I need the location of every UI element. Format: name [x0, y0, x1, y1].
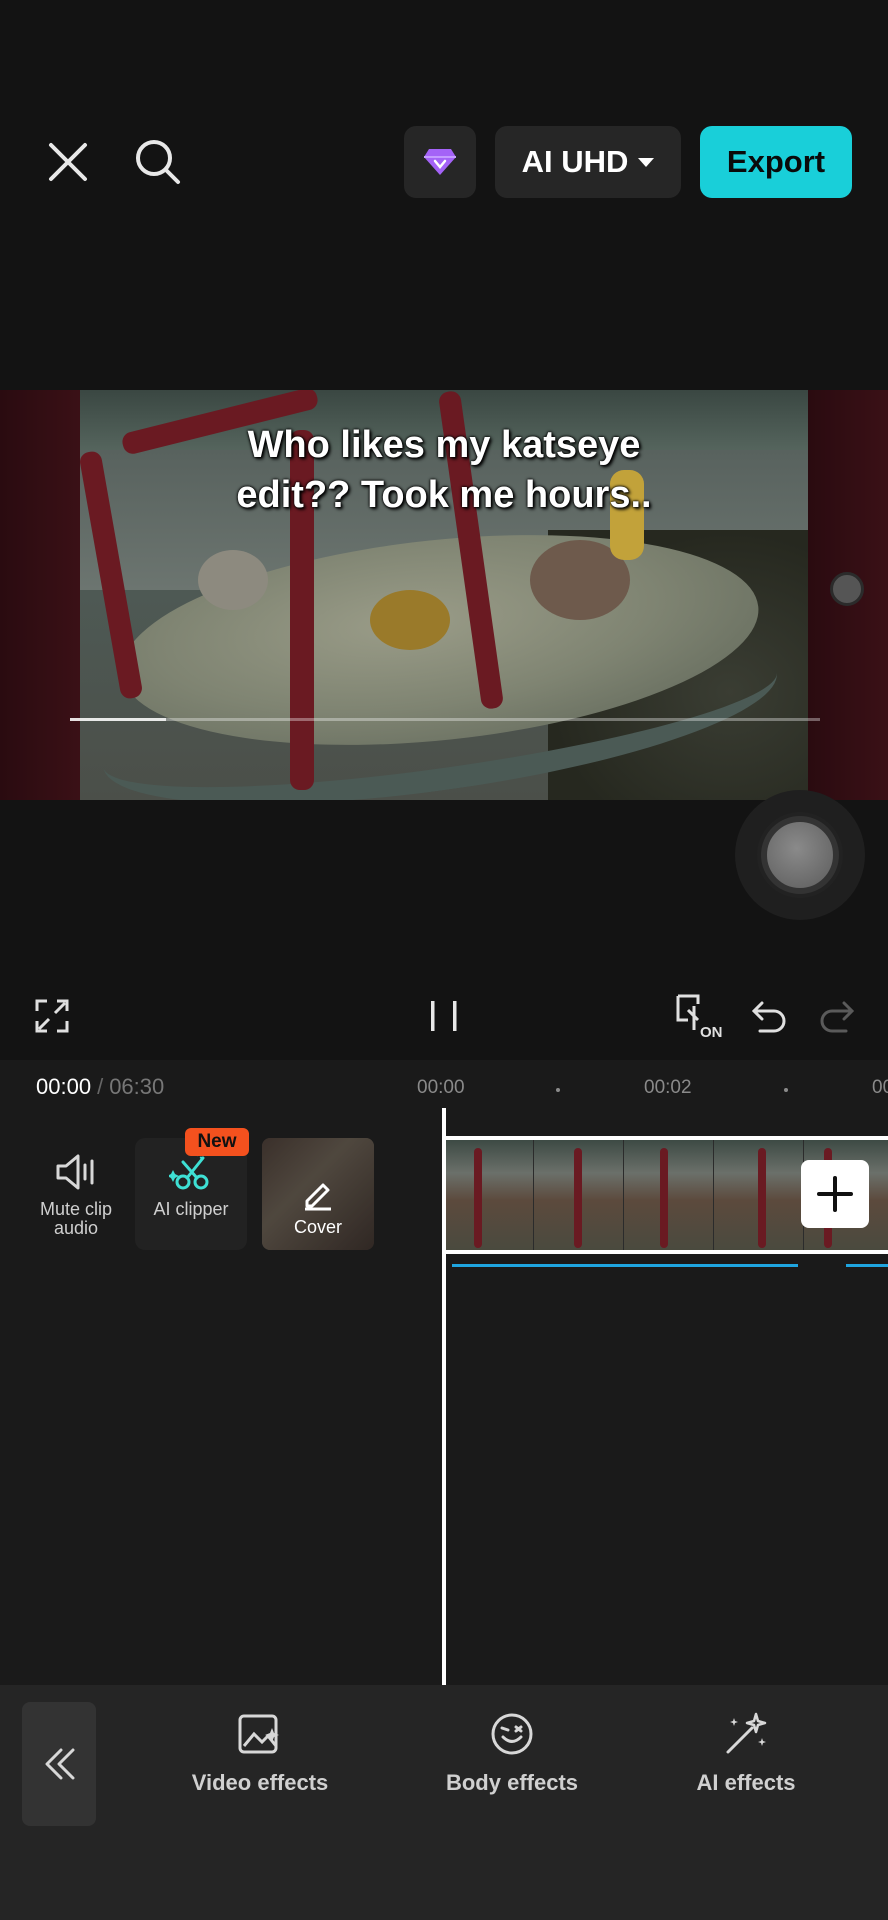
- export-button[interactable]: Export: [700, 126, 852, 198]
- thumb-bar: [660, 1148, 668, 1248]
- double-chevron-left-icon: [45, 1748, 75, 1780]
- time-display: 00:00/06:30: [36, 1074, 164, 1100]
- redo-icon: [820, 1001, 855, 1033]
- clip-thumbnail: [444, 1140, 534, 1250]
- undo-button[interactable]: [748, 980, 790, 1052]
- preview-scrub-progress: [70, 718, 166, 721]
- floating-handle[interactable]: [830, 572, 864, 606]
- playhead[interactable]: [442, 1108, 446, 1686]
- thumb-bar: [474, 1148, 482, 1248]
- preview-scrub-track: [70, 718, 820, 721]
- redo-button[interactable]: [816, 980, 858, 1052]
- resolution-label: AI UHD: [521, 144, 629, 179]
- play-pause-button[interactable]: [418, 980, 470, 1052]
- new-badge: New: [185, 1128, 249, 1156]
- ruler-label: 00:00: [417, 1077, 465, 1098]
- magic-wand-icon: [726, 1712, 767, 1754]
- back-button[interactable]: [22, 1702, 96, 1826]
- mute-clip-audio-button[interactable]: Mute clip audio: [20, 1138, 132, 1250]
- resolution-dropdown[interactable]: AI UHD: [495, 126, 681, 198]
- cover-label: Cover: [293, 1217, 342, 1237]
- clip-thumbnail: [714, 1140, 804, 1250]
- clip-thumbnail: [624, 1140, 714, 1250]
- ai-clipper-label: AI clipper: [153, 1199, 229, 1219]
- pro-button[interactable]: [404, 126, 476, 198]
- cover-button[interactable]: Cover: [262, 1138, 374, 1250]
- record-knob: [761, 816, 839, 894]
- ai-effects-label: AI effects: [696, 1770, 796, 1795]
- face-icon: [491, 1713, 533, 1755]
- thumb-bar: [574, 1148, 582, 1248]
- floating-record-button[interactable]: [735, 790, 865, 920]
- image-sparkle-icon: [238, 1714, 279, 1754]
- pause-icon: [431, 1001, 457, 1031]
- ruler-label: 00:0: [872, 1077, 888, 1098]
- fullscreen-icon: [35, 999, 69, 1033]
- ruler-label: 00:02: [644, 1077, 692, 1098]
- current-time: 00:00: [36, 1074, 92, 1099]
- search-icon: [136, 140, 180, 184]
- ruler-dot: [556, 1088, 560, 1092]
- mute-clip-label: Mute clip audio: [39, 1199, 113, 1238]
- caption-line: Who likes my katseye: [247, 424, 641, 466]
- close-button[interactable]: [38, 132, 98, 192]
- video-effects-tab[interactable]: Video effects: [178, 1710, 342, 1796]
- audio-track-line: [452, 1264, 798, 1267]
- caption-text[interactable]: Who likes my katseye edit?? Took me hour…: [0, 420, 888, 520]
- time-separator: /: [97, 1074, 104, 1099]
- plus-icon: [817, 1176, 853, 1212]
- toy-plush: [370, 590, 450, 650]
- undo-icon: [751, 1001, 786, 1033]
- keyframe-on-label: ON: [700, 1024, 723, 1041]
- clip-thumbnail: [534, 1140, 624, 1250]
- pencil-icon: [305, 1183, 331, 1211]
- add-clip-button[interactable]: [801, 1160, 869, 1228]
- caption-line: edit?? Took me hours..: [236, 474, 652, 516]
- ai-scissors-icon: [169, 1152, 209, 1190]
- fullscreen-button[interactable]: [30, 980, 74, 1052]
- playback-controls: ON: [0, 980, 888, 1060]
- video-preview[interactable]: Who likes my katseye edit?? Took me hour…: [0, 390, 888, 800]
- chevron-down-icon: [638, 157, 655, 167]
- video-effects-label: Video effects: [191, 1770, 329, 1795]
- close-icon: [49, 143, 87, 181]
- diamond-icon: [424, 149, 456, 175]
- search-button[interactable]: [128, 132, 188, 192]
- body-effects-tab[interactable]: Body effects: [436, 1710, 588, 1796]
- keyframe-toggle[interactable]: ON: [674, 980, 726, 1052]
- ai-effects-tab[interactable]: AI effects: [682, 1710, 810, 1796]
- total-time: 06:30: [109, 1074, 165, 1099]
- body-effects-label: Body effects: [445, 1770, 579, 1795]
- toy-plush: [198, 550, 268, 610]
- audio-track-line: [846, 1264, 888, 1267]
- speaker-icon: [56, 1154, 94, 1190]
- ruler-dot: [784, 1088, 788, 1092]
- thumb-bar: [758, 1148, 766, 1248]
